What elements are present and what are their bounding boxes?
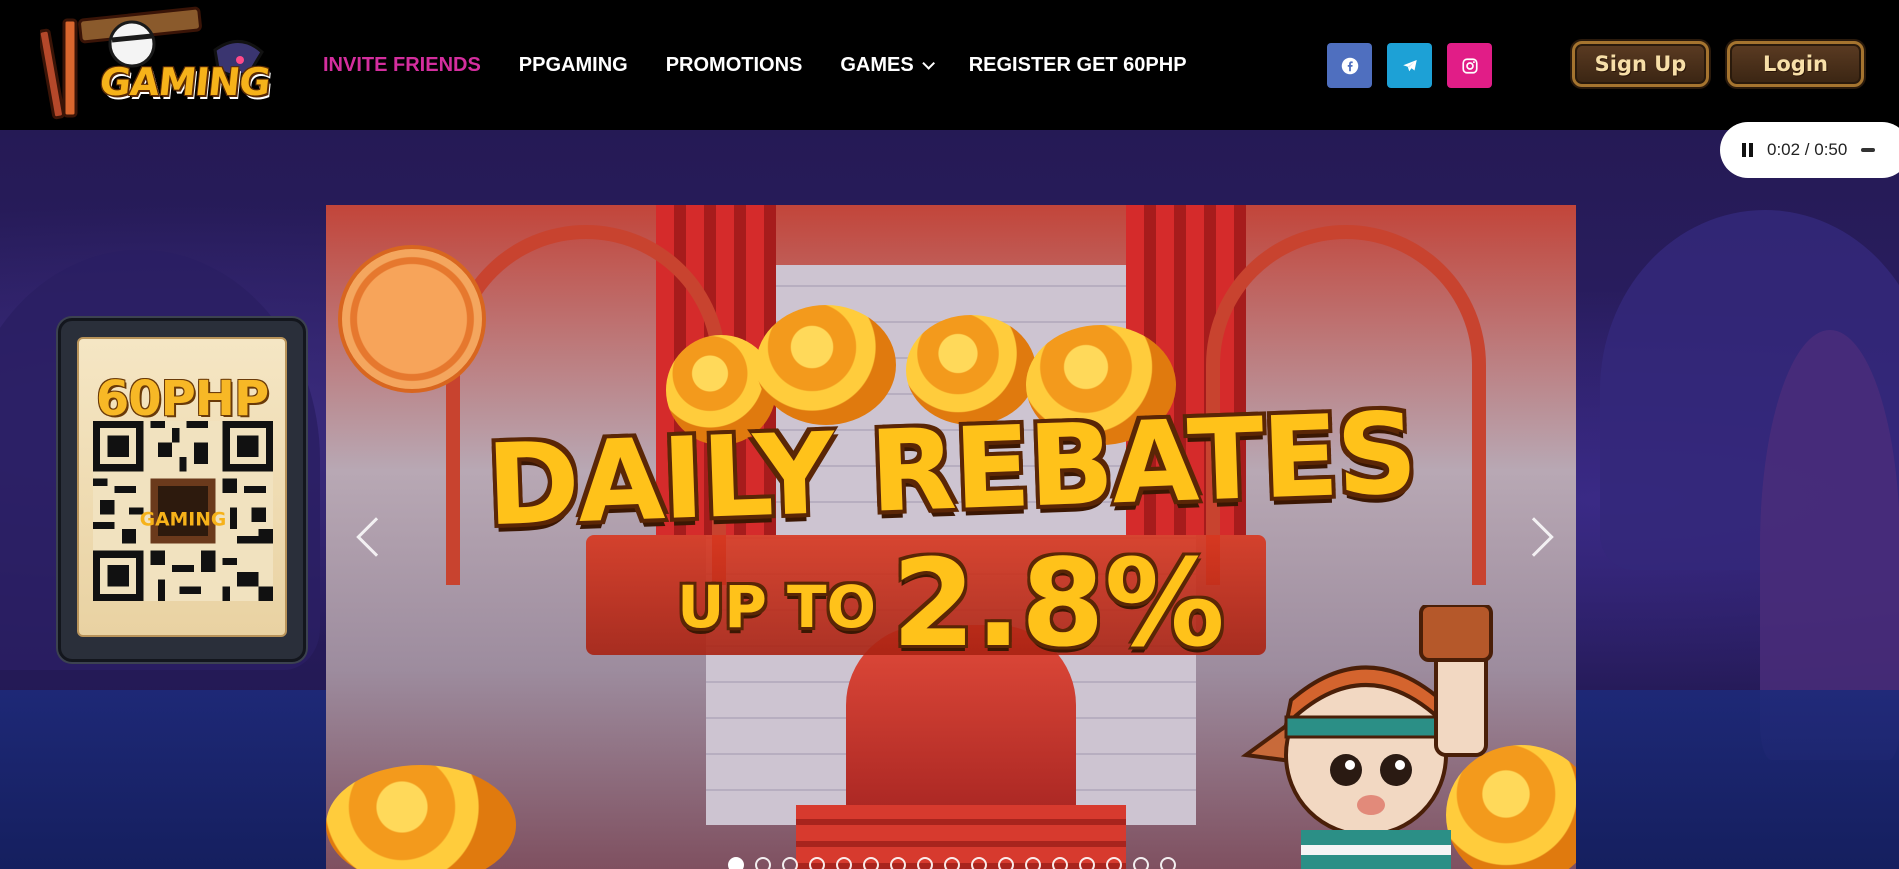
signup-button[interactable]: Sign Up	[1572, 41, 1709, 87]
audio-player: 0:02 / 0:50	[1720, 122, 1899, 178]
login-button[interactable]: Login	[1727, 41, 1864, 87]
nav-promotions[interactable]: PROMOTIONS	[666, 54, 803, 77]
main-nav: INVITE FRIENDS PPGAMING PROMOTIONS GAMES…	[323, 0, 1225, 130]
telegram-icon	[1402, 59, 1417, 71]
facebook-button[interactable]	[1327, 43, 1372, 88]
carousel-dot[interactable]	[917, 857, 933, 869]
carousel-dot[interactable]	[1160, 857, 1176, 869]
qr-code-image: GAMING	[93, 421, 273, 601]
site-logo[interactable]: GAMING	[37, 2, 272, 122]
carousel-dot[interactable]	[890, 857, 906, 869]
telegram-button[interactable]	[1387, 43, 1432, 88]
carousel-dot[interactable]	[1052, 857, 1068, 869]
nav-invite-friends[interactable]: INVITE FRIENDS	[323, 54, 481, 77]
carousel-dot[interactable]	[809, 857, 825, 869]
carousel-dot[interactable]	[971, 857, 987, 869]
chevron-down-icon	[921, 56, 935, 70]
site-header: GAMING INVITE FRIENDS PPGAMING PROMOTION…	[0, 0, 1899, 130]
carousel-dot[interactable]	[1133, 857, 1149, 869]
audio-time: 0:02 / 0:50	[1767, 140, 1848, 159]
qr-logo-text: GAMING	[140, 509, 226, 530]
logo-wordmark: GAMING	[97, 60, 272, 104]
qr-amount: 60PHP	[95, 371, 269, 427]
carousel-pagination	[728, 857, 1176, 869]
carousel-dot[interactable]	[1106, 857, 1122, 869]
instagram-button[interactable]	[1447, 43, 1492, 88]
nav-games[interactable]: GAMES	[840, 53, 935, 77]
carousel-dot[interactable]	[998, 857, 1014, 869]
bronze-medal-icon	[338, 245, 486, 393]
instagram-icon	[1461, 57, 1478, 74]
nav-register[interactable]: REGISTER GET 60PHP	[969, 54, 1187, 77]
nav-games-label: GAMES	[840, 53, 914, 76]
audio-seek-bar[interactable]	[1861, 148, 1876, 152]
facebook-icon	[1341, 57, 1358, 74]
carousel-dot[interactable]	[782, 857, 798, 869]
pirate-character-icon	[1240, 605, 1493, 869]
carousel-dot[interactable]	[1079, 857, 1095, 869]
carousel-dot[interactable]	[1025, 857, 1041, 869]
pause-icon[interactable]	[1742, 143, 1753, 157]
banner-percent: 2.8%	[891, 535, 1225, 674]
carousel-dot[interactable]	[836, 857, 852, 869]
carousel-dot[interactable]	[863, 857, 879, 869]
qr-promo-card[interactable]: 60PHP GAMING	[58, 318, 306, 662]
promo-carousel[interactable]: DAILY REBATES UP TO 2.8%	[326, 205, 1576, 869]
carousel-dot[interactable]	[728, 857, 744, 869]
nav-ppgaming[interactable]: PPGAMING	[519, 54, 628, 77]
coin-pile	[326, 765, 516, 869]
carousel-dot[interactable]	[944, 857, 960, 869]
carousel-dot[interactable]	[755, 857, 771, 869]
banner-upto: UP TO	[677, 573, 876, 641]
